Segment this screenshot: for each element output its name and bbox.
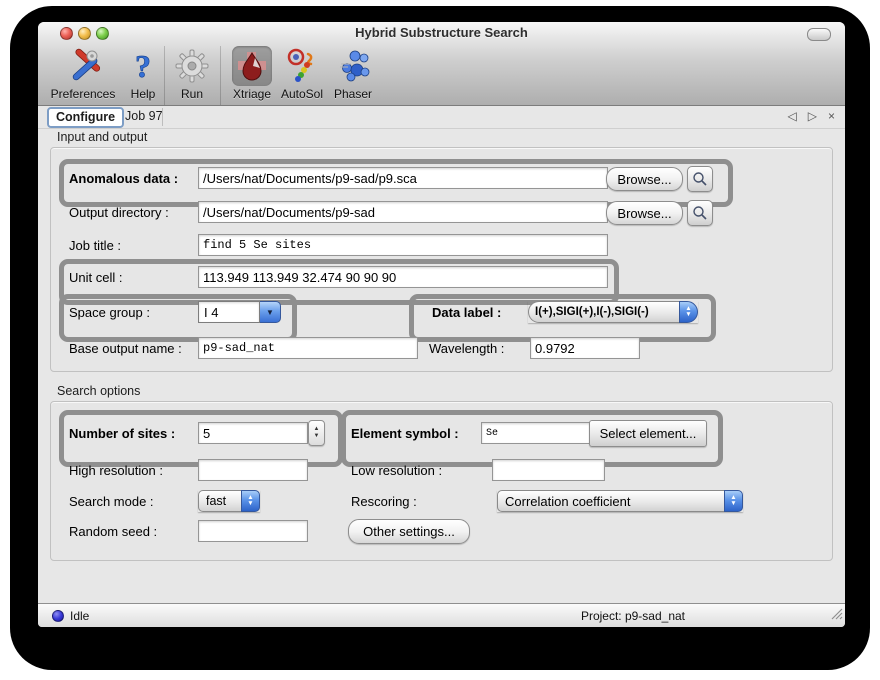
output-directory-label: Output directory : xyxy=(69,205,169,220)
anomalous-data-label: Anomalous data : xyxy=(69,171,178,186)
element-symbol-input[interactable] xyxy=(481,422,591,444)
job-title-label: Job title : xyxy=(69,238,121,253)
stepper-down-icon[interactable]: ▼ xyxy=(314,433,320,440)
space-group-label: Space group : xyxy=(69,305,150,320)
data-label-value: I(+),SIGI(+),I(-),SIGI(-) xyxy=(528,301,679,323)
tab-configure[interactable]: Configure xyxy=(47,107,124,128)
output-browse-button[interactable]: Browse... xyxy=(606,201,683,225)
xtriage-icon xyxy=(232,46,272,86)
unit-cell-input[interactable] xyxy=(198,266,608,288)
phaser-button[interactable]: Phaser xyxy=(328,46,378,104)
status-text: Idle xyxy=(70,609,89,623)
high-resolution-input[interactable] xyxy=(198,459,308,481)
resize-grip[interactable] xyxy=(830,607,843,625)
window-title: Hybrid Substructure Search xyxy=(38,25,845,40)
output-directory-input[interactable] xyxy=(198,201,608,223)
other-settings-button[interactable]: Other settings... xyxy=(348,519,470,544)
random-seed-input[interactable] xyxy=(198,520,308,542)
status-bar: Idle Project: p9-sad_nat xyxy=(38,603,845,627)
xtriage-label: Xtriage xyxy=(233,87,271,101)
popup-stepper-icon: ▲▼ xyxy=(241,490,260,512)
preferences-icon xyxy=(63,46,103,86)
svg-text:?: ? xyxy=(135,48,151,84)
number-of-sites-label: Number of sites : xyxy=(69,426,175,441)
space-group-combobox[interactable]: I 4 ▼ xyxy=(198,301,281,323)
tab-back-icon[interactable]: ◁ xyxy=(788,109,797,123)
magnifier-icon xyxy=(692,205,708,221)
xtriage-button[interactable]: Xtriage xyxy=(224,46,280,104)
popup-stepper-icon: ▲▼ xyxy=(679,301,698,323)
tab-separator xyxy=(162,108,163,126)
phaser-icon xyxy=(333,46,373,86)
search-mode-label: Search mode : xyxy=(69,494,154,509)
autosol-button[interactable]: AutoSol xyxy=(274,46,330,104)
base-output-name-input[interactable] xyxy=(198,337,418,359)
rescoring-popup[interactable]: Correlation coefficient ▲▼ xyxy=(497,490,743,512)
io-groupbox: Anomalous data : Browse... Output direct… xyxy=(50,147,833,372)
project-label: Project: p9-sad_nat xyxy=(581,609,685,623)
toolbar: Preferences ? Help xyxy=(38,44,845,105)
search-groupbox: Number of sites : ▲ ▼ Element symbol : S… xyxy=(50,401,833,561)
search-mode-popup[interactable]: fast ▲▼ xyxy=(198,490,260,512)
combo-dropdown-icon[interactable]: ▼ xyxy=(260,301,281,323)
unit-cell-label: Unit cell : xyxy=(69,270,122,285)
data-label-popup[interactable]: I(+),SIGI(+),I(-),SIGI(-) ▲▼ xyxy=(528,301,698,323)
job-title-input[interactable] xyxy=(198,234,608,256)
toolbar-toggle-button[interactable] xyxy=(807,28,831,41)
low-resolution-label: Low resolution : xyxy=(351,463,442,478)
low-resolution-input[interactable] xyxy=(492,459,605,481)
help-icon: ? xyxy=(123,46,163,86)
popup-stepper-icon: ▲▼ xyxy=(724,490,743,512)
anomalous-data-input[interactable] xyxy=(198,167,608,189)
element-symbol-label: Element symbol : xyxy=(351,426,459,441)
rescoring-label: Rescoring : xyxy=(351,494,417,509)
wavelength-input[interactable] xyxy=(530,337,640,359)
autosol-label: AutoSol xyxy=(281,87,323,101)
toolbar-separator xyxy=(164,46,165,105)
autosol-icon xyxy=(282,46,322,86)
run-label: Run xyxy=(181,87,203,101)
base-output-name-label: Base output name : xyxy=(69,341,182,356)
run-button[interactable]: Run xyxy=(170,46,214,104)
stepper-up-icon[interactable]: ▲ xyxy=(314,426,320,433)
rescoring-value: Correlation coefficient xyxy=(497,490,724,512)
preferences-label: Preferences xyxy=(51,87,116,101)
number-of-sites-input[interactable] xyxy=(198,422,308,444)
screenshot-stage: Hybrid Substructure Search Preferences xyxy=(0,0,880,680)
titlebar[interactable]: Hybrid Substructure Search xyxy=(38,22,845,44)
select-element-button[interactable]: Select element... xyxy=(589,420,707,447)
help-button[interactable]: ? Help xyxy=(122,46,164,104)
status-dot-icon xyxy=(52,610,64,622)
window-header: Hybrid Substructure Search Preferences xyxy=(38,22,845,106)
search-mode-value: fast xyxy=(198,490,241,512)
run-icon xyxy=(172,46,212,86)
preferences-button[interactable]: Preferences xyxy=(44,46,122,104)
output-magnifier-button[interactable] xyxy=(687,200,713,226)
help-label: Help xyxy=(131,87,156,101)
data-label-label: Data label : xyxy=(432,305,501,320)
number-of-sites-stepper[interactable]: ▲ ▼ xyxy=(308,420,325,446)
high-resolution-label: High resolution : xyxy=(69,463,163,478)
anomalous-browse-button[interactable]: Browse... xyxy=(606,167,683,191)
random-seed-label: Random seed : xyxy=(69,524,157,539)
app-window: Hybrid Substructure Search Preferences xyxy=(38,22,845,627)
io-section-title: Input and output xyxy=(57,130,147,144)
anomalous-magnifier-button[interactable] xyxy=(687,166,713,192)
toolbar-separator xyxy=(220,46,221,105)
space-group-value[interactable]: I 4 xyxy=(198,301,260,323)
tab-forward-icon[interactable]: ▷ xyxy=(808,109,817,123)
tab-strip: Configure Job 97 ◁ ▷ × xyxy=(38,106,845,129)
magnifier-icon xyxy=(692,171,708,187)
tab-close-icon[interactable]: × xyxy=(828,109,835,123)
wavelength-label: Wavelength : xyxy=(429,341,504,356)
search-section-title: Search options xyxy=(57,384,140,398)
phaser-label: Phaser xyxy=(334,87,372,101)
